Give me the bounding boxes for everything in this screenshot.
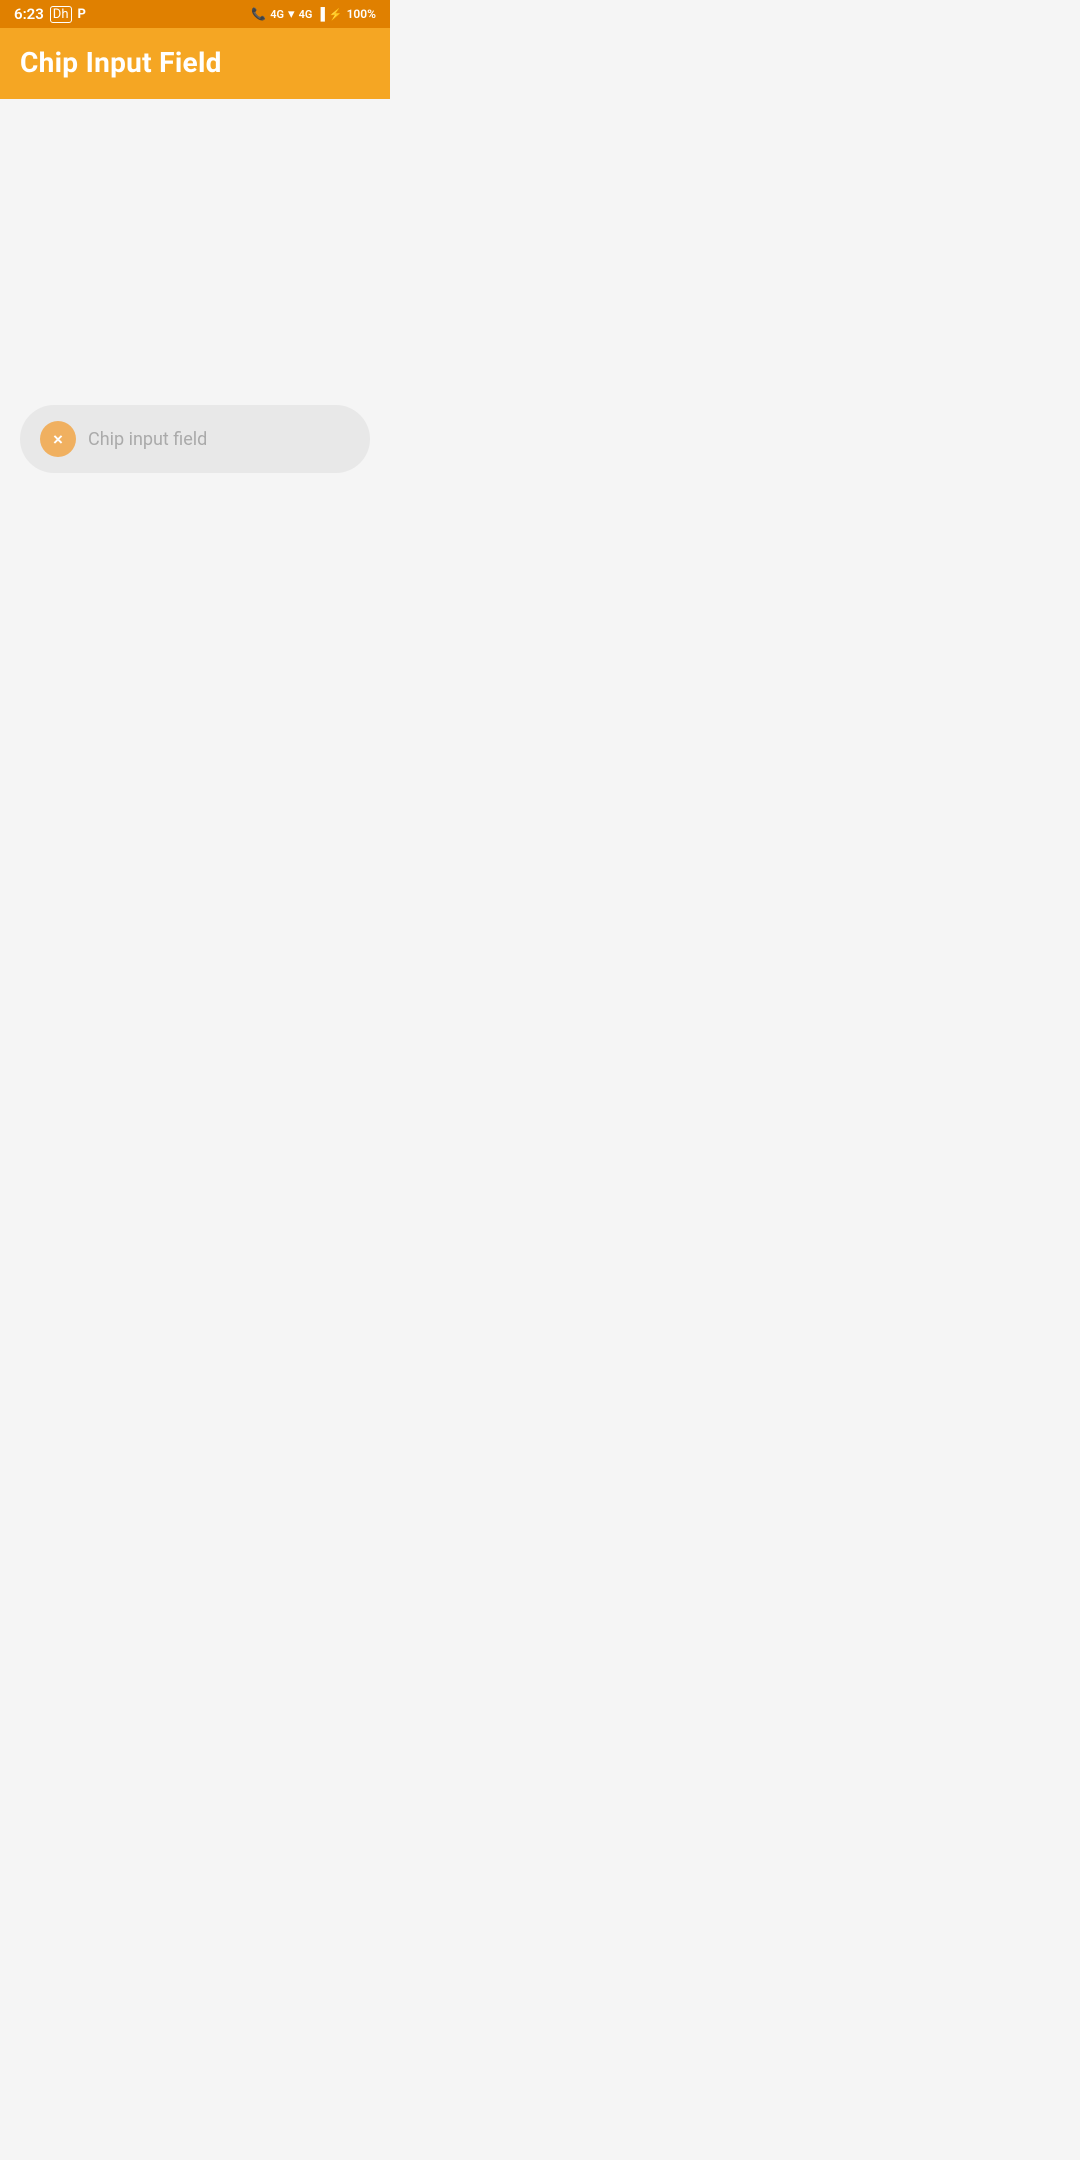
wifi-icon: ▾ — [288, 7, 295, 22]
phone-icon: 📞 — [251, 7, 266, 21]
page-title: Chip Input Field — [20, 46, 370, 79]
chip-close-button[interactable]: × — [40, 421, 76, 457]
battery-percent: 100% — [347, 7, 376, 21]
close-icon: × — [53, 431, 63, 448]
p-icon: P — [78, 7, 86, 22]
chip-text-input[interactable] — [88, 429, 350, 450]
status-time: 6:23 — [14, 5, 44, 23]
main-content: × — [0, 99, 390, 779]
signal-bars-icon: ▐ — [316, 7, 325, 21]
chip-input-container[interactable]: × — [20, 405, 370, 473]
status-bar: 6:23 Dh P 📞 4G ▾ 4G ▐ ⚡ 100% — [0, 0, 390, 28]
network-type-left: 4G — [270, 8, 284, 21]
status-bar-left: 6:23 Dh P — [14, 5, 86, 23]
app-bar: Chip Input Field — [0, 28, 390, 99]
battery-icon: ⚡ — [329, 8, 343, 21]
dh-icon: Dh — [50, 6, 72, 23]
network-type-right: 4G — [299, 8, 313, 21]
status-bar-right: 📞 4G ▾ 4G ▐ ⚡ 100% — [251, 7, 376, 22]
